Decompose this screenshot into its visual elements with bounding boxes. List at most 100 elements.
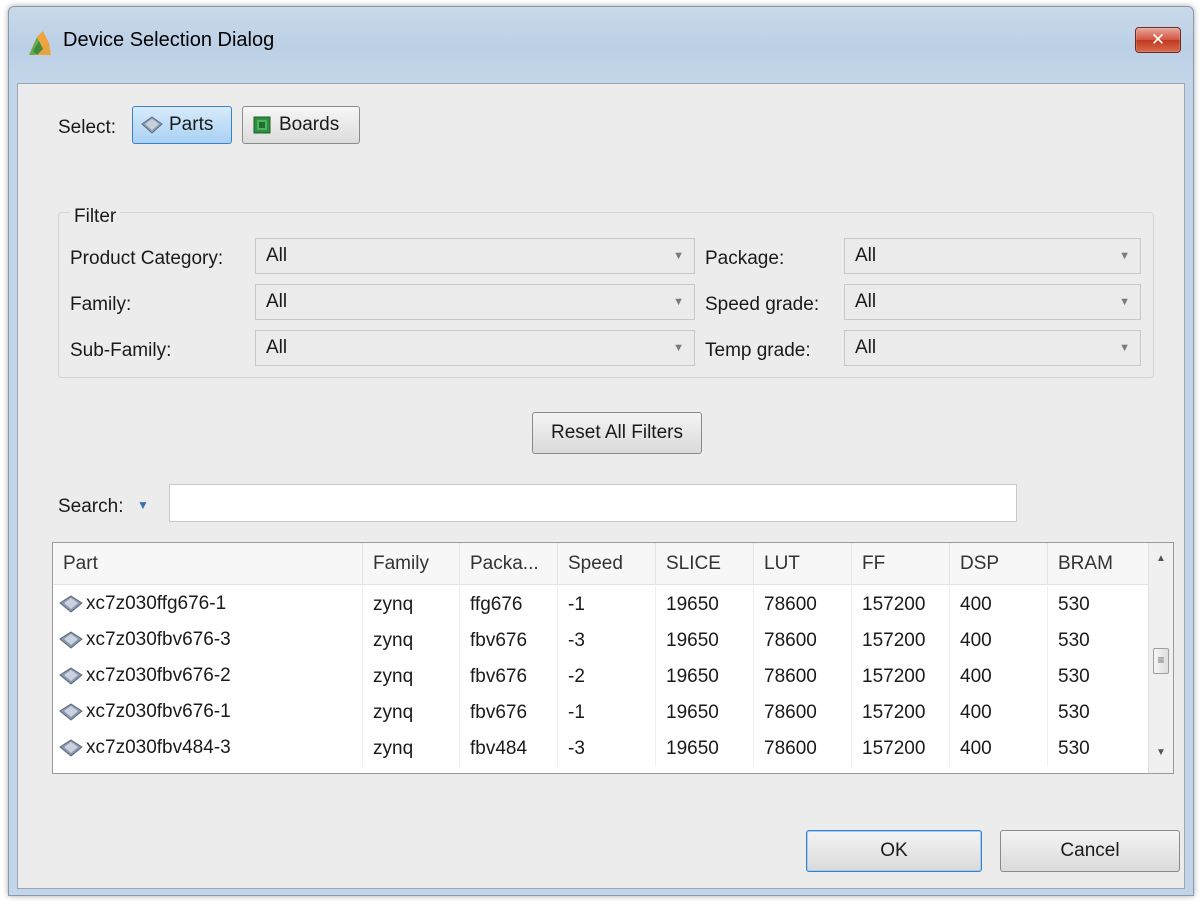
column-header-bram[interactable]: BRAM bbox=[1048, 543, 1149, 585]
speed-cell: -1 bbox=[558, 694, 656, 730]
lut-cell: 78600 bbox=[754, 658, 852, 694]
sub-family-value: All bbox=[266, 337, 288, 358]
ff-cell: 157200 bbox=[852, 694, 950, 730]
bram-cell: 530 bbox=[1048, 586, 1149, 622]
family-cell: zynq bbox=[363, 730, 460, 766]
part-name: xc7z030fbv676-3 bbox=[86, 629, 231, 650]
scroll-down-arrow-icon[interactable]: ▼ bbox=[1149, 747, 1173, 758]
package-cell: fbv676 bbox=[460, 694, 558, 730]
column-header-lut[interactable]: LUT bbox=[754, 543, 852, 585]
part-cell: xc7z030fbv676-1 bbox=[53, 694, 363, 730]
part-chip-icon bbox=[59, 631, 83, 649]
family-cell: zynq bbox=[363, 586, 460, 622]
bram-cell: 530 bbox=[1048, 622, 1149, 658]
family-combo[interactable]: All ▼ bbox=[255, 284, 695, 320]
slice-cell: 19650 bbox=[656, 622, 754, 658]
part-name: xc7z030fbv676-1 bbox=[86, 701, 231, 722]
column-header-part[interactable]: Part bbox=[53, 543, 363, 585]
ff-cell: 157200 bbox=[852, 730, 950, 766]
vivado-logo-icon bbox=[29, 31, 51, 55]
parts-table: Part Family Packa... Speed SLICE LUT FF … bbox=[52, 542, 1174, 774]
speed-cell: -2 bbox=[558, 658, 656, 694]
table-header: Part Family Packa... Speed SLICE LUT FF … bbox=[53, 543, 1149, 585]
part-chip-icon bbox=[141, 116, 163, 134]
window-title: Device Selection Dialog bbox=[63, 29, 275, 51]
part-name: xc7z030ffg676-1 bbox=[86, 593, 227, 614]
temp-grade-combo[interactable]: All ▼ bbox=[844, 330, 1141, 366]
family-cell: zynq bbox=[363, 622, 460, 658]
dialog-body: Select: Parts Boards Filter Product Cate… bbox=[17, 83, 1185, 889]
chevron-down-icon: ▼ bbox=[1119, 296, 1130, 308]
part-cell: xc7z030fbv484-3 bbox=[53, 730, 363, 766]
title-bar[interactable]: Device Selection Dialog ✕ bbox=[9, 7, 1193, 83]
filter-legend: Filter bbox=[70, 206, 121, 228]
boards-toggle-button[interactable]: Boards bbox=[242, 106, 360, 144]
table-row[interactable]: xc7z030ffg676-1 zynq ffg676 -1 19650 786… bbox=[53, 586, 1149, 622]
lut-cell: 78600 bbox=[754, 586, 852, 622]
part-chip-icon bbox=[59, 667, 83, 685]
column-header-dsp[interactable]: DSP bbox=[950, 543, 1048, 585]
sub-family-label: Sub-Family: bbox=[70, 340, 172, 361]
bram-cell: 530 bbox=[1048, 694, 1149, 730]
chevron-down-icon: ▼ bbox=[1119, 250, 1130, 262]
ff-cell: 157200 bbox=[852, 622, 950, 658]
column-header-speed[interactable]: Speed bbox=[558, 543, 656, 585]
chevron-down-icon: ▼ bbox=[673, 296, 684, 308]
part-chip-icon bbox=[59, 703, 83, 721]
family-value: All bbox=[266, 291, 288, 312]
sub-family-combo[interactable]: All ▼ bbox=[255, 330, 695, 366]
lut-cell: 78600 bbox=[754, 622, 852, 658]
part-cell: xc7z030ffg676-1 bbox=[53, 586, 363, 622]
part-chip-icon bbox=[59, 739, 83, 757]
family-cell: zynq bbox=[363, 694, 460, 730]
temp-grade-label: Temp grade: bbox=[705, 340, 811, 361]
search-input[interactable] bbox=[169, 484, 1017, 522]
scrollbar-thumb[interactable]: ≡ bbox=[1153, 648, 1169, 674]
table-row[interactable]: xc7z030fbv484-3 zynq fbv484 -3 19650 786… bbox=[53, 730, 1149, 766]
dsp-cell: 400 bbox=[950, 730, 1048, 766]
speed-cell: -3 bbox=[558, 730, 656, 766]
package-cell: fbv484 bbox=[460, 730, 558, 766]
column-header-package[interactable]: Packa... bbox=[460, 543, 558, 585]
package-combo[interactable]: All ▼ bbox=[844, 238, 1141, 274]
speed-grade-value: All bbox=[855, 291, 877, 312]
scroll-up-arrow-icon[interactable]: ▲ bbox=[1149, 553, 1173, 564]
slice-cell: 19650 bbox=[656, 658, 754, 694]
table-row[interactable]: xc7z030fbv676-2 zynq fbv676 -2 19650 786… bbox=[53, 658, 1149, 694]
column-header-ff[interactable]: FF bbox=[852, 543, 950, 585]
parts-toggle-button[interactable]: Parts bbox=[132, 106, 232, 144]
product-category-combo[interactable]: All ▼ bbox=[255, 238, 695, 274]
column-header-family[interactable]: Family bbox=[363, 543, 460, 585]
speed-grade-label: Speed grade: bbox=[705, 294, 820, 315]
bram-cell: 530 bbox=[1048, 730, 1149, 766]
lut-cell: 78600 bbox=[754, 730, 852, 766]
lut-cell: 78600 bbox=[754, 694, 852, 730]
cancel-button[interactable]: Cancel bbox=[1000, 830, 1180, 872]
package-label: Package: bbox=[705, 248, 785, 269]
table-row[interactable]: xc7z030fbv676-1 zynq fbv676 -1 19650 786… bbox=[53, 694, 1149, 730]
speed-cell: -3 bbox=[558, 622, 656, 658]
part-cell: xc7z030fbv676-3 bbox=[53, 622, 363, 658]
column-header-slice[interactable]: SLICE bbox=[656, 543, 754, 585]
chevron-down-icon: ▼ bbox=[1119, 342, 1130, 354]
table-body: xc7z030ffg676-1 zynq ffg676 -1 19650 786… bbox=[53, 586, 1149, 766]
reset-all-filters-button[interactable]: Reset All Filters bbox=[532, 412, 702, 454]
parts-label: Parts bbox=[169, 114, 214, 135]
slice-cell: 19650 bbox=[656, 730, 754, 766]
table-vertical-scrollbar[interactable]: ▲ ≡ ▼ bbox=[1148, 543, 1173, 773]
package-value: All bbox=[855, 245, 877, 266]
chevron-down-icon: ▼ bbox=[673, 342, 684, 354]
ok-button[interactable]: OK bbox=[806, 830, 982, 872]
product-category-value: All bbox=[266, 245, 288, 266]
package-cell: fbv676 bbox=[460, 622, 558, 658]
slice-cell: 19650 bbox=[656, 586, 754, 622]
temp-grade-value: All bbox=[855, 337, 877, 358]
family-cell: zynq bbox=[363, 658, 460, 694]
dsp-cell: 400 bbox=[950, 586, 1048, 622]
package-cell: ffg676 bbox=[460, 586, 558, 622]
search-options-chevron-icon[interactable]: ▼ bbox=[137, 498, 149, 512]
search-label: Search: bbox=[58, 496, 124, 517]
table-row[interactable]: xc7z030fbv676-3 zynq fbv676 -3 19650 786… bbox=[53, 622, 1149, 658]
close-button[interactable]: ✕ bbox=[1135, 27, 1181, 53]
speed-grade-combo[interactable]: All ▼ bbox=[844, 284, 1141, 320]
